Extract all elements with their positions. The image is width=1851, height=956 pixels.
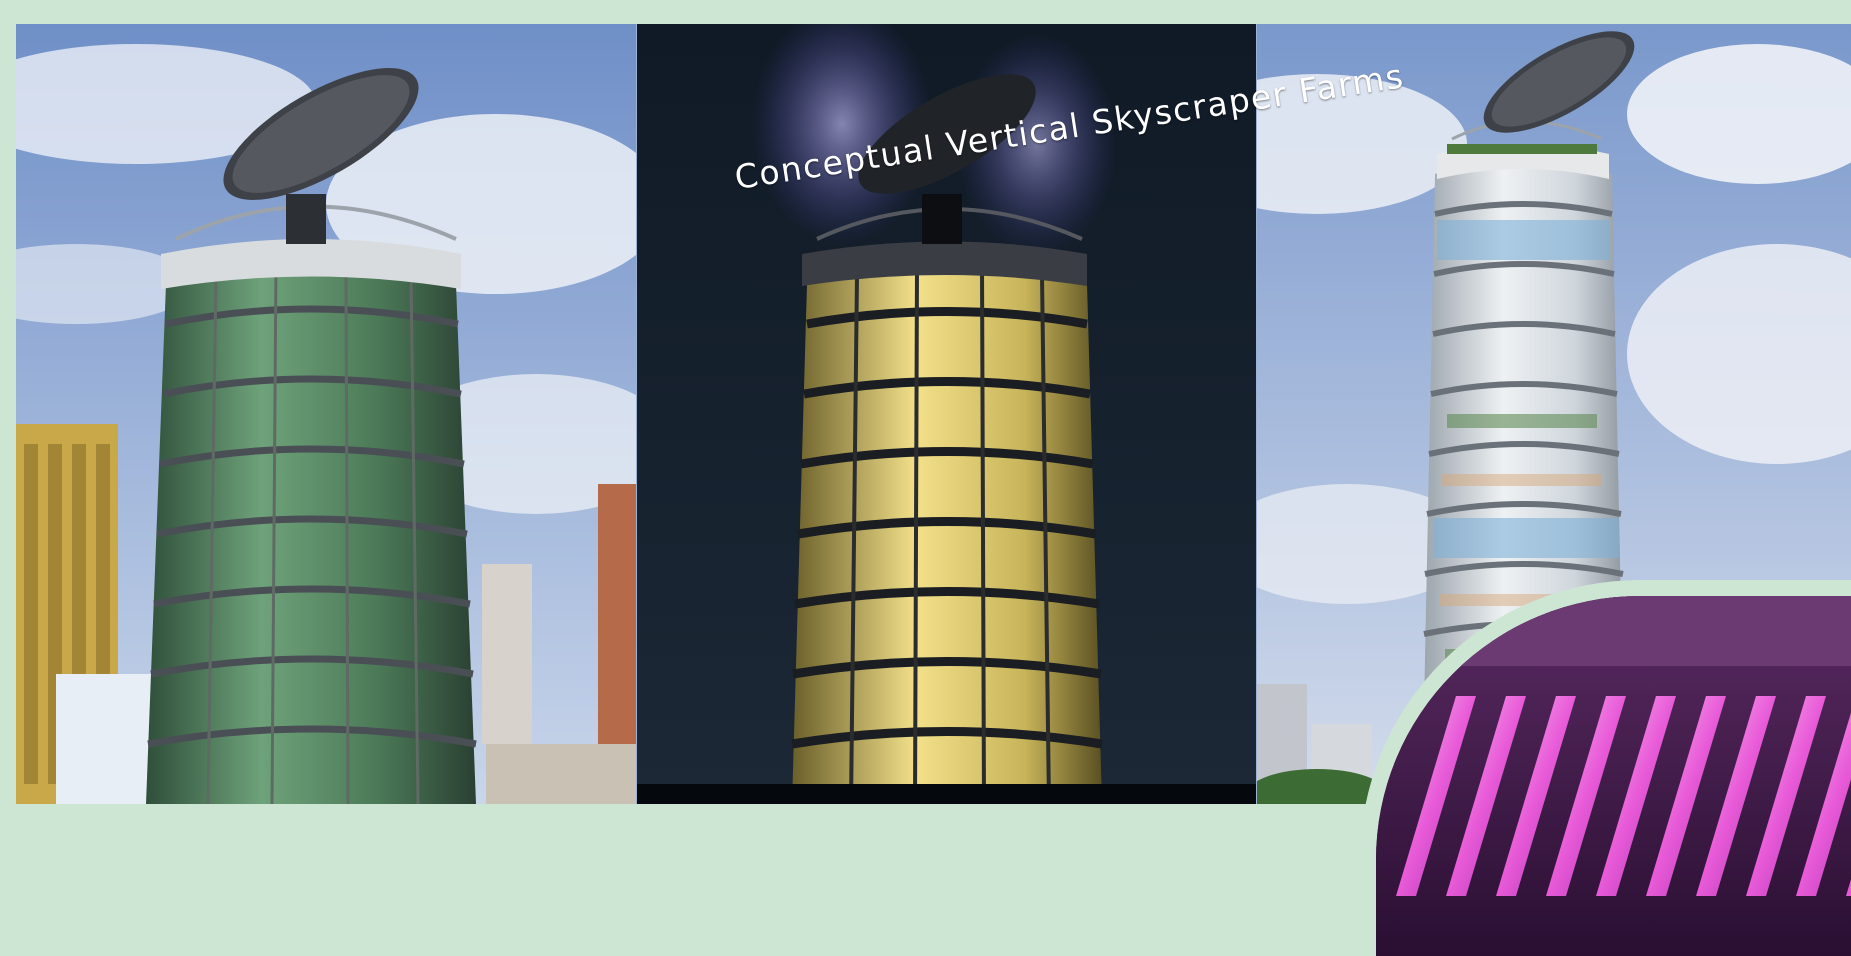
photo-day-tower [16,24,636,804]
